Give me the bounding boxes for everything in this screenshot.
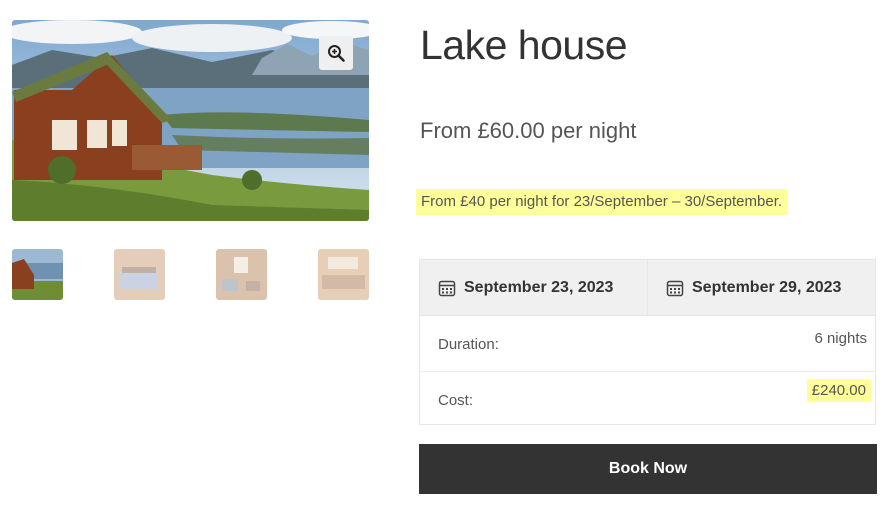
zoom-in-icon (328, 45, 345, 62)
calendar-icon (666, 280, 684, 296)
date-range: September 23, 2023 September 29, 2023 (420, 260, 875, 316)
thumbnail-bedroom[interactable] (114, 249, 165, 300)
product-main-image[interactable] (12, 20, 369, 221)
thumbnail-interior[interactable] (318, 249, 369, 300)
booking-form: September 23, 2023 September 29, 2023 Du… (419, 259, 876, 425)
duration-value: 6 nights (814, 330, 867, 347)
thumbnail-strip (12, 249, 369, 301)
thumbnail-lake-house-cabin[interactable] (12, 249, 63, 300)
end-date-field[interactable]: September 29, 2023 (647, 260, 875, 315)
book-now-button[interactable]: Book Now (419, 444, 877, 494)
start-date-field[interactable]: September 23, 2023 (420, 260, 647, 315)
duration-label: Duration: (438, 336, 499, 353)
cost-label: Cost: (438, 392, 474, 409)
end-date-value: September 29, 2023 (692, 278, 842, 296)
calendar-icon (438, 280, 456, 296)
zoom-button[interactable] (319, 36, 353, 70)
product-price: From £60.00 per night (420, 118, 637, 143)
thumbnail-living-room[interactable] (216, 249, 267, 300)
start-date-value: September 23, 2023 (464, 278, 614, 296)
cost-row: Cost: £240.00 (420, 372, 875, 427)
cost-value: £240.00 (806, 379, 871, 402)
rate-notice: From £40 per night for 23/September – 30… (416, 189, 788, 215)
product-title: Lake house (420, 22, 628, 68)
duration-row: Duration: 6 nights (420, 316, 875, 372)
